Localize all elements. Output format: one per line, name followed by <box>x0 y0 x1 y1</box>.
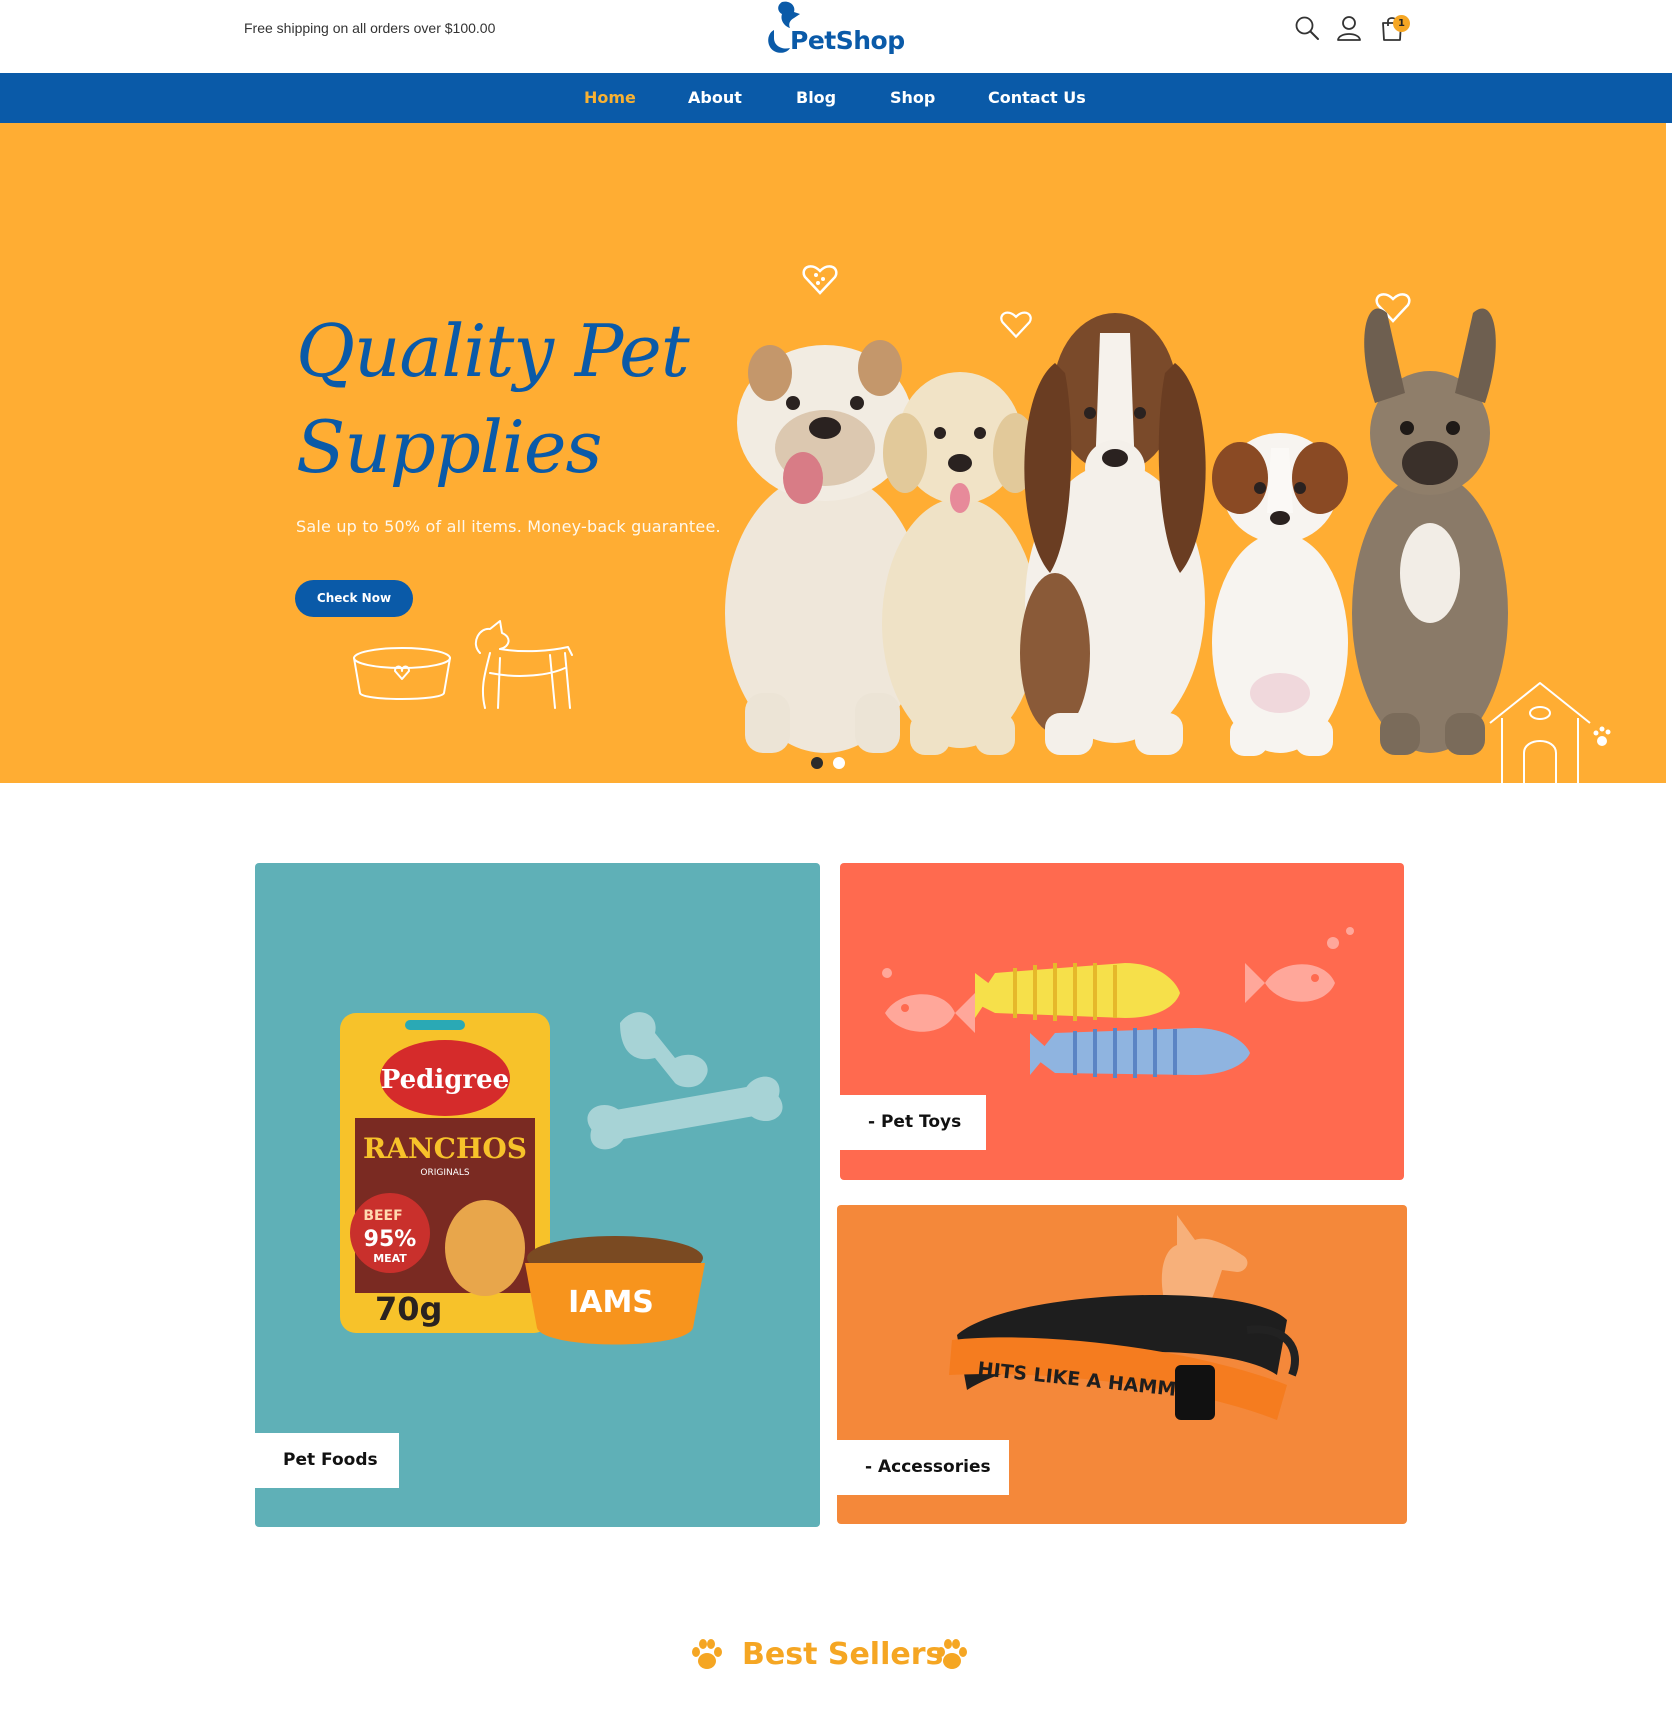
nav-item-about[interactable]: About <box>688 73 742 123</box>
best-sellers-title: Best Sellers <box>742 1637 944 1672</box>
pack-meat-text: MEAT <box>373 1252 407 1265</box>
cart-count-badge: 1 <box>1393 15 1410 32</box>
logo-text: PetShop <box>790 26 905 55</box>
bone-icon <box>587 1012 783 1150</box>
nav-item-blog[interactable]: Blog <box>796 73 836 123</box>
hero-slider: Quality Pet Supplies Sale up to 50% of a… <box>0 123 1666 783</box>
iams-bowl-image: IAMS <box>525 1236 705 1345</box>
nav-item-contact-us[interactable]: Contact Us <box>988 73 1086 123</box>
hero-title-line1: Quality Pet <box>296 309 690 393</box>
main-nav: Home About Blog Shop Contact Us <box>0 73 1672 123</box>
top-header: Free shipping on all orders over $100.00… <box>0 0 1672 73</box>
fish-toys-image <box>882 927 1354 1078</box>
category-label-accessories: - Accessories <box>837 1440 1009 1495</box>
category-card-pet-foods[interactable]: Pedigree RANCHOS ORIGINALS BEEF 95% MEAT… <box>255 863 820 1527</box>
slider-dot-1[interactable] <box>811 757 823 769</box>
dogs-hero-image <box>725 308 1508 756</box>
category-card-accessories[interactable]: HITS LIKE A HAMMER - Accessories <box>837 1205 1407 1524</box>
pack-sub-text: ORIGINALS <box>420 1168 470 1178</box>
category-label-pet-foods: Pet Foods <box>255 1433 399 1488</box>
dog-collar-image: HITS LIKE A HAMMER <box>949 1294 1299 1420</box>
paw-icon <box>937 1639 967 1669</box>
pack-brand-text: Pedigree <box>381 1065 509 1095</box>
bowl-brand-text: IAMS <box>568 1285 654 1320</box>
dog-bowl-doodle-icon <box>353 620 573 709</box>
search-icon[interactable] <box>1293 14 1321 42</box>
user-icon[interactable] <box>1335 14 1363 42</box>
category-label-pet-toys: - Pet Toys <box>840 1095 986 1150</box>
paw-icon <box>692 1639 722 1669</box>
category-card-pet-toys[interactable]: - Pet Toys <box>840 863 1404 1180</box>
pack-flavor-text: BEEF <box>363 1208 402 1224</box>
pack-weight-text: 70g <box>375 1290 442 1328</box>
pack-product-text: RANCHOS <box>363 1132 527 1165</box>
site-logo[interactable]: PetShop <box>760 0 905 62</box>
pack-percent-text: 95% <box>364 1227 417 1252</box>
hero-title: Quality Pet Supplies <box>296 303 756 495</box>
nav-item-home[interactable]: Home <box>584 73 636 123</box>
hero-title-line2: Supplies <box>296 405 602 489</box>
check-now-button[interactable]: Check Now <box>295 580 413 617</box>
slider-dot-2[interactable] <box>833 757 845 769</box>
hero-subtitle: Sale up to 50% of all items. Money-back … <box>296 517 721 536</box>
nav-item-shop[interactable]: Shop <box>890 73 935 123</box>
shipping-notice: Free shipping on all orders over $100.00 <box>244 20 496 36</box>
